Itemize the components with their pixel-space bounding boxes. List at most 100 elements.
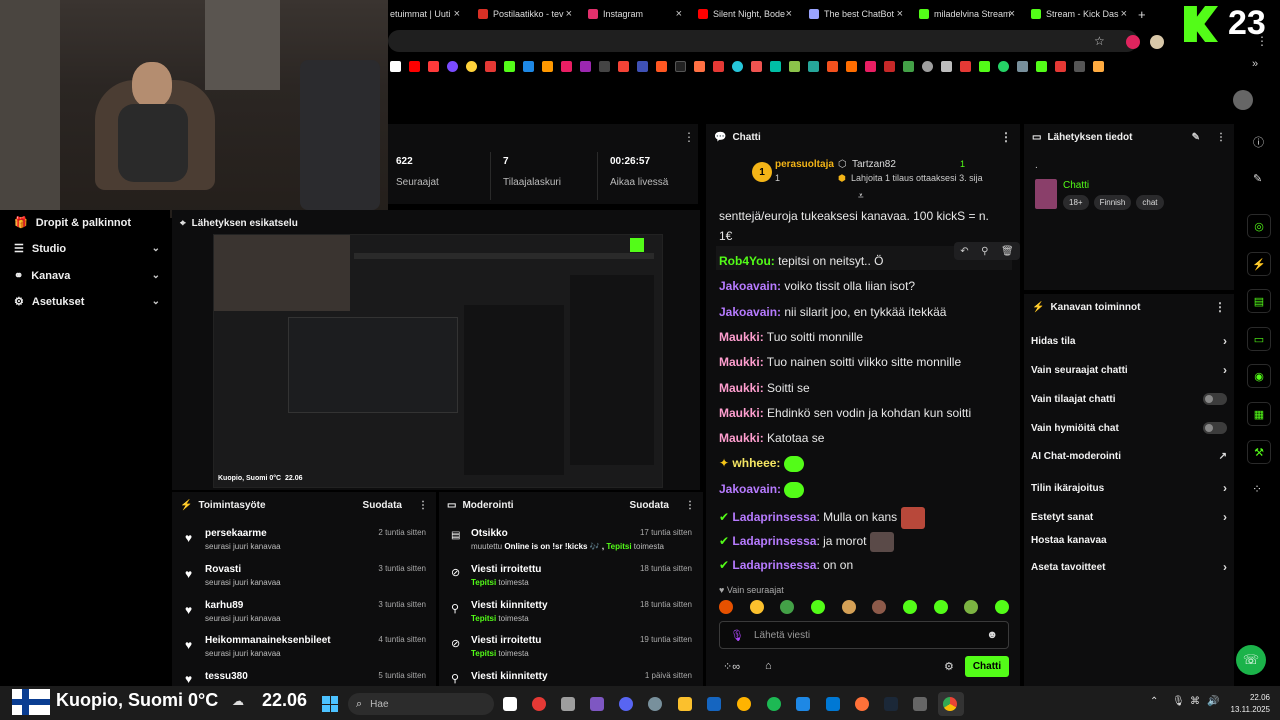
menu-icon[interactable]: ⋮	[1256, 34, 1268, 48]
tab-kick-stream[interactable]: miladelvina Stream ×	[919, 4, 1015, 24]
taskbar-app-icon[interactable]	[503, 697, 517, 711]
more-bookmarks-icon[interactable]: »	[1252, 58, 1258, 70]
chat-message[interactable]: Rob4You: tepitsi on neitsyt.. Ö	[719, 254, 884, 268]
emotes-only-option[interactable]: Vain hymiöitä chat	[1031, 422, 1227, 434]
search-box[interactable]: ⌕ Hae	[348, 693, 494, 715]
edit-icon[interactable]: ✎	[1192, 132, 1200, 143]
category-name[interactable]: Chatti	[1063, 180, 1089, 191]
slow-mode-option[interactable]: Hidas tila ›	[1031, 334, 1227, 348]
firefox-icon[interactable]	[855, 697, 869, 711]
info-icon[interactable]: ⓘ	[1253, 134, 1264, 150]
broadcast-icon[interactable]: ◉	[1247, 364, 1271, 388]
bookmark-icon[interactable]	[618, 60, 629, 72]
profile-avatar[interactable]	[1150, 35, 1164, 49]
support-icon[interactable]: ☏	[1236, 645, 1266, 675]
bookmark-icon[interactable]	[428, 60, 439, 72]
bookmark-icon[interactable]	[523, 60, 534, 72]
followers-only-option[interactable]: Vain seuraajat chatti ›	[1031, 363, 1227, 377]
taskbar-app-icon[interactable]	[737, 697, 751, 711]
chat-message[interactable]: Maukki: Soitti se	[719, 381, 810, 395]
taskbar-app-icon[interactable]	[913, 697, 927, 711]
bookmark-icon[interactable]	[599, 60, 610, 72]
tab-mail[interactable]: Postilaatikko - tev ×	[478, 4, 572, 24]
whatsapp-icon[interactable]	[998, 60, 1009, 72]
network-icon[interactable]: ⌘	[1190, 696, 1200, 707]
emote-icon[interactable]	[841, 600, 856, 614]
outlook-icon[interactable]	[707, 697, 721, 711]
stats-menu-icon[interactable]: ⋮	[683, 130, 695, 144]
stream-preview-video[interactable]: Kuopio, Suomi 0°C 22.06	[213, 234, 663, 488]
emote-icon[interactable]	[810, 600, 825, 614]
chat-message[interactable]: ✔ Ladaprinsessa: Mulla on kans	[719, 507, 925, 529]
bookmark-icon[interactable]	[1055, 60, 1066, 72]
microphone-icon[interactable]: 🎙	[1172, 696, 1185, 707]
taskbar-app-icon[interactable]	[532, 697, 546, 711]
gift-prompt[interactable]: Lahjoita 1 tilaus ottaaksesi 3. sija	[851, 173, 983, 183]
infinity-icon[interactable]: ⁘∞	[723, 660, 740, 673]
close-tab-icon[interactable]: ×	[897, 8, 903, 20]
taskbar-app-icon[interactable]	[561, 697, 575, 711]
activity-menu-icon[interactable]: ⋮	[418, 500, 428, 511]
microphone-icon[interactable]: 🎙	[730, 629, 744, 642]
tab-instagram[interactable]: Instagram ×	[588, 4, 682, 24]
emoji-icon[interactable]: ☻	[986, 629, 998, 641]
bookmark-icon[interactable]	[846, 60, 857, 72]
tiktok-icon[interactable]	[675, 60, 686, 72]
sidebar-item-drops[interactable]: 🎁 Dropit & palkinnot	[14, 216, 160, 230]
emote-icon[interactable]	[994, 600, 1009, 614]
sidebar-item-studio[interactable]: ☰ Studio ⌄	[14, 242, 160, 256]
emote-icon[interactable]	[964, 600, 979, 614]
close-tab-icon[interactable]: ×	[1121, 8, 1127, 20]
filter-button[interactable]: Suodata	[630, 500, 669, 511]
close-tab-icon[interactable]: ×	[1009, 8, 1015, 20]
bolt-icon[interactable]: ⚡	[1247, 252, 1271, 276]
second-gifter-name[interactable]: Tartzan82	[852, 159, 896, 170]
store-icon[interactable]: ⌂	[765, 660, 772, 672]
bookmark-icon[interactable]	[447, 60, 458, 72]
moderation-menu-icon[interactable]: ⋮	[685, 500, 695, 511]
bookmark-icon[interactable]	[732, 60, 743, 72]
bookmark-icon[interactable]	[922, 60, 933, 72]
emotes-only-toggle[interactable]	[1203, 422, 1227, 434]
edit-icon[interactable]: ✎	[1253, 172, 1262, 185]
chat-message[interactable]: Maukki: Tuo soitti monnille	[719, 330, 863, 344]
sidebar-item-settings[interactable]: ⚙ Asetukset ⌄	[14, 295, 160, 309]
folder-icon[interactable]	[678, 697, 692, 711]
chat-icon[interactable]: ▭	[1247, 327, 1271, 351]
close-tab-icon[interactable]: ×	[566, 8, 572, 20]
chat-message[interactable]: ✔ Ladaprinsessa: on on	[719, 558, 853, 572]
kick-icon[interactable]	[1036, 60, 1047, 72]
chat-message[interactable]: Maukki: Katotaa se	[719, 431, 824, 445]
chat-message[interactable]: ✔ Ladaprinsessa: ja morot	[719, 532, 894, 552]
bookmark-icon[interactable]	[485, 60, 496, 72]
taskbar-app-icon[interactable]	[796, 697, 810, 711]
tab-kick-dashboard[interactable]: Stream - Kick Das ×	[1031, 4, 1127, 24]
tab-news[interactable]: etuimmat | Uuti ×	[390, 4, 460, 24]
amazon-icon[interactable]	[1093, 60, 1104, 72]
windows-start-icon[interactable]	[322, 696, 338, 712]
edge-icon[interactable]	[826, 697, 840, 711]
bookmark-icon[interactable]	[713, 60, 724, 72]
bookmark-icon[interactable]	[561, 60, 572, 72]
emote-icon[interactable]	[719, 600, 733, 614]
blocked-words-option[interactable]: Estetyt sanat ›	[1031, 510, 1227, 524]
age-restriction-option[interactable]: Tilin ikärajoitus ›	[1031, 481, 1227, 495]
undo-icon[interactable]: ↶	[960, 246, 968, 257]
chat-message[interactable]: Jakoavain: nii silarit joo, en tykkää it…	[719, 305, 946, 319]
star-icon[interactable]: ☆	[1094, 34, 1105, 48]
user-avatar[interactable]	[1233, 90, 1253, 110]
chat-message[interactable]: Maukki: Tuo nainen soitti viikko sitte m…	[719, 355, 961, 369]
sidebar-item-channel[interactable]: ⚭ Kanava ⌄	[14, 269, 160, 283]
extension-icon[interactable]	[1126, 35, 1140, 49]
chrome-icon[interactable]	[943, 697, 957, 711]
taskbar-app-icon[interactable]	[590, 697, 604, 711]
emote-icon[interactable]	[749, 600, 764, 614]
set-goals-option[interactable]: Aseta tavoitteet ›	[1031, 560, 1227, 574]
host-channel-option[interactable]: Hostaa kanavaa	[1031, 535, 1227, 546]
send-chat-button[interactable]: Chatti	[965, 656, 1009, 677]
tag[interactable]: chat	[1136, 195, 1164, 210]
chat-message[interactable]: Jakoavain:	[719, 482, 805, 498]
bookmark-icon[interactable]	[504, 60, 515, 72]
bookmark-icon[interactable]	[1074, 60, 1085, 72]
close-tab-icon[interactable]: ×	[786, 8, 792, 20]
